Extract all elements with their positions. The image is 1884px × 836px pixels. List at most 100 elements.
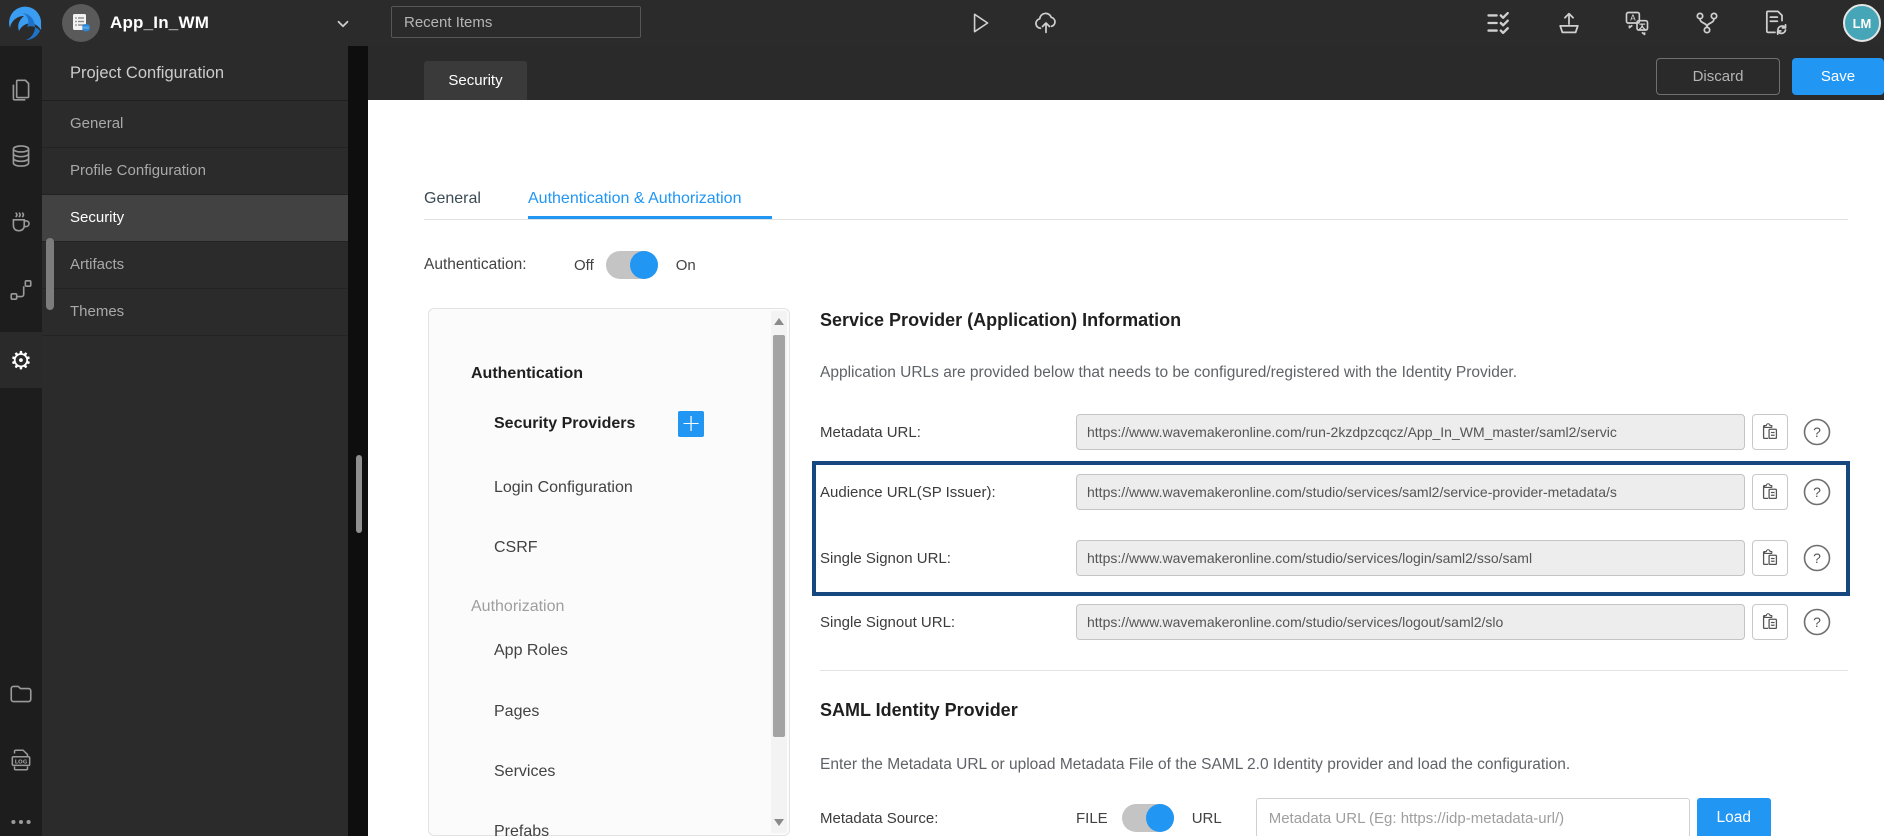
project-configuration-panel: Project Configuration General Profile Co…	[42, 46, 348, 836]
svg-text:LOG: LOG	[15, 759, 28, 765]
nav-header-authorization: Authorization	[471, 598, 565, 615]
translate-icon[interactable]: A	[1623, 9, 1651, 37]
settings-gear-icon[interactable]: ⚙	[0, 340, 42, 380]
metadata-source-toggle[interactable]	[1121, 804, 1174, 832]
nav-scroll-down-icon[interactable]	[774, 819, 784, 826]
checklist-icon[interactable]	[1485, 9, 1513, 37]
nav-item-prefabs[interactable]: Prefabs	[494, 812, 549, 836]
security-nav-panel: Authentication Security Providers + Logi…	[428, 308, 790, 836]
svg-text:?: ?	[1813, 550, 1821, 566]
security-tab-chip[interactable]: Security	[424, 61, 527, 100]
api-connector-icon[interactable]	[0, 270, 42, 310]
user-avatar[interactable]: LM	[1843, 4, 1881, 42]
help-icon[interactable]: ?	[1802, 417, 1832, 447]
help-icon[interactable]: ?	[1802, 543, 1832, 573]
audience-url-input[interactable]	[1076, 474, 1745, 510]
nav-scrollbar-handle[interactable]	[773, 335, 785, 737]
help-icon[interactable]: ?	[1802, 477, 1832, 507]
database-icon[interactable]	[0, 136, 42, 176]
authentication-toggle[interactable]	[605, 251, 658, 279]
metadata-url-label: Metadata URL:	[820, 423, 921, 441]
security-header: Security Discard Save	[368, 46, 1884, 100]
project-switcher-chevron-down-icon[interactable]	[334, 15, 352, 33]
file-explorer-folder-icon[interactable]	[0, 674, 42, 714]
panel-resize-handle[interactable]	[356, 455, 362, 533]
file-option-label: FILE	[1076, 809, 1108, 827]
left-icon-rail: ⚙ LOG	[0, 46, 42, 836]
svg-text:?: ?	[1813, 424, 1821, 440]
help-icon[interactable]: ?	[1802, 607, 1832, 637]
file-sync-icon[interactable]	[1761, 9, 1789, 37]
log-file-icon[interactable]: LOG	[0, 740, 42, 780]
nav-scroll-up-icon[interactable]	[774, 318, 784, 325]
nav-item-app-roles[interactable]: App Roles	[494, 631, 568, 671]
svg-text:A: A	[1630, 13, 1636, 23]
svg-text:?: ?	[1813, 614, 1821, 630]
single-signout-url-label: Single Signout URL:	[820, 613, 956, 631]
saml-idp-title: SAML Identity Provider	[820, 700, 1018, 720]
add-security-provider-button[interactable]: +	[678, 411, 704, 437]
nav-item-services[interactable]: Services	[494, 752, 555, 792]
copy-icon[interactable]	[1752, 414, 1788, 450]
nav-item-csrf[interactable]: CSRF	[494, 528, 538, 568]
metadata-url-input[interactable]	[1076, 414, 1745, 450]
deploy-cloud-upload-icon[interactable]	[1032, 9, 1060, 37]
nav-item-login-configuration[interactable]: Login Configuration	[494, 468, 633, 508]
sidebar-item-general[interactable]: General	[42, 101, 348, 148]
save-button[interactable]: Save	[1792, 58, 1884, 95]
nav-item-security-providers[interactable]: Security Providers	[494, 404, 635, 444]
single-signon-url-input[interactable]	[1076, 540, 1745, 576]
single-signout-url-row: Single Signout URL: ?	[820, 604, 1832, 640]
topbar: App_In_WM Recent Items A LM	[0, 0, 1884, 46]
single-signon-url-row: Single Signon URL: ?	[820, 540, 1832, 576]
copy-icon[interactable]	[1752, 604, 1788, 640]
export-project-icon[interactable]	[1555, 9, 1583, 37]
saml-idp-description: Enter the Metadata URL or upload Metadat…	[820, 756, 1571, 773]
recent-items-search-input[interactable]	[391, 6, 641, 38]
sp-info-title: Service Provider (Application) Informati…	[820, 310, 1182, 330]
copy-icon[interactable]	[1752, 540, 1788, 576]
rail-scrollbar[interactable]	[46, 238, 54, 310]
sidebar-item-artifacts[interactable]: Artifacts	[42, 242, 348, 289]
wavemaker-studio: App_In_WM Recent Items A LM ⚙ LOG Projec…	[0, 0, 1884, 836]
version-control-branch-icon[interactable]	[1693, 9, 1721, 37]
metadata-source-label: Metadata Source:	[820, 809, 939, 827]
svg-text:?: ?	[1813, 484, 1821, 500]
project-avatar-icon[interactable]	[62, 4, 100, 42]
project-title: App_In_WM	[110, 13, 210, 32]
wavemaker-logo-icon	[5, 3, 45, 43]
copy-icon[interactable]	[1752, 474, 1788, 510]
sidebar-item-security[interactable]: Security	[42, 195, 348, 242]
single-signon-url-label: Single Signon URL:	[820, 549, 951, 567]
idp-metadata-url-input[interactable]	[1255, 798, 1690, 836]
url-option-label: URL	[1191, 809, 1222, 827]
metadata-url-row: Metadata URL: ?	[820, 414, 1832, 450]
authentication-label: Authentication:	[424, 256, 527, 273]
panel-title: Project Configuration	[42, 46, 348, 101]
authentication-toggle-row: Authentication: Off On	[424, 250, 696, 280]
security-content: General Authentication & Authorization A…	[368, 100, 1884, 836]
java-services-coffee-icon[interactable]	[0, 202, 42, 242]
discard-button[interactable]: Discard	[1656, 58, 1780, 95]
run-app-play-icon[interactable]	[966, 9, 994, 37]
sidebar-item-themes[interactable]: Themes	[42, 289, 348, 336]
toggle-on-label: On	[675, 256, 696, 274]
section-divider	[820, 670, 1848, 671]
toggle-off-label: Off	[574, 256, 594, 274]
load-button[interactable]: Load	[1696, 798, 1771, 836]
tabs-divider	[424, 219, 1848, 220]
audience-url-label: Audience URL(SP Issuer):	[820, 483, 996, 501]
nav-header-authentication: Authentication	[471, 365, 583, 382]
toggle-knob	[1145, 804, 1174, 832]
single-signout-url-input[interactable]	[1076, 604, 1745, 640]
nav-item-pages[interactable]: Pages	[494, 692, 539, 732]
sidebar-item-profile-configuration[interactable]: Profile Configuration	[42, 148, 348, 195]
pages-icon[interactable]	[0, 70, 42, 110]
tab-general[interactable]: General	[424, 190, 481, 208]
sp-info-description: Application URLs are provided below that…	[820, 364, 1518, 381]
panel-divider	[348, 46, 368, 836]
tab-authentication-authorization[interactable]: Authentication & Authorization	[528, 190, 741, 208]
toggle-knob	[629, 251, 658, 279]
metadata-source-row: Metadata Source: FILE URL Load	[820, 798, 1771, 836]
more-options-dots-icon[interactable]	[0, 802, 42, 836]
